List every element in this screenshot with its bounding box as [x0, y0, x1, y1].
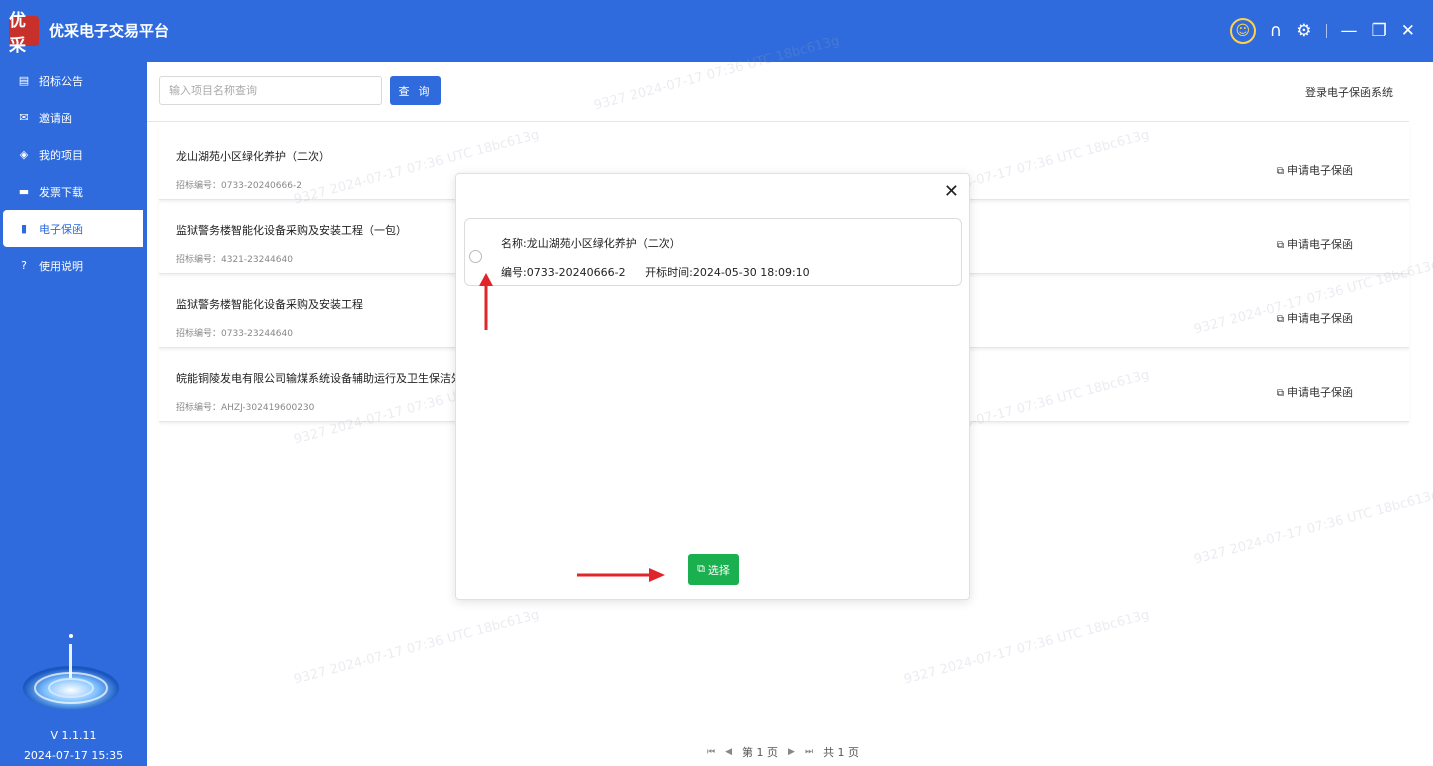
- app-version: V 1.1.11: [50, 729, 97, 742]
- user-avatar-icon[interactable]: ☺: [1229, 18, 1256, 44]
- sidebar-item[interactable]: ◈ 我的项目: [0, 136, 147, 173]
- project-title[interactable]: 监狱警务楼智能化设备采购及安装工程: [176, 296, 363, 312]
- water-drop-illustration: [20, 632, 122, 712]
- app-logo: 优采: [9, 11, 39, 56]
- sidebar-item-label: 我的项目: [39, 148, 83, 162]
- select-button[interactable]: ⧉ 选择: [688, 554, 739, 585]
- option-open-time: 开标时间:2024-05-30 18:09:10: [645, 266, 810, 279]
- sidebar-item-label: 发票下载: [39, 185, 83, 199]
- project-radio[interactable]: [469, 250, 482, 263]
- help-icon: ?: [21, 259, 27, 272]
- apply-guarantee-label: 申请电子保函: [1287, 386, 1353, 399]
- first-page-icon[interactable]: ⏮: [707, 747, 715, 757]
- option-meta: 编号:0733-20240666-2 开标时间:2024-05-30 18:09…: [501, 264, 810, 280]
- document-icon: ⧉: [1276, 240, 1284, 251]
- mail-icon: ✉: [19, 111, 29, 124]
- close-icon[interactable]: ✕: [1401, 17, 1415, 45]
- app-title: 优采电子交易平台: [49, 22, 170, 40]
- apply-guarantee-label: 申请电子保函: [1287, 164, 1353, 177]
- announcement-icon: ▤: [18, 74, 30, 87]
- pagination: ⏮ ◀ 第 1 页 ▶ ⏭ 共 1 页: [707, 744, 859, 760]
- apply-guarantee-button[interactable]: ⧉ 申请电子保函: [1277, 236, 1353, 252]
- next-page-icon[interactable]: ▶: [788, 747, 795, 757]
- minimize-icon[interactable]: —: [1341, 17, 1358, 45]
- sidebar-item[interactable]: ▤ 招标公告: [0, 62, 147, 99]
- apply-guarantee-button[interactable]: ⧉ 申请电子保函: [1277, 384, 1353, 400]
- sidebar-item[interactable]: ✉ 邀请函: [0, 99, 147, 136]
- sidebar-item[interactable]: ? 使用说明: [0, 247, 147, 284]
- title-bar: 优采 优采电子交易平台 ☺ ∩ ⚙ — ❐ ✕: [0, 0, 1433, 62]
- project-code: 招标编号：0733-20240666-2: [176, 181, 302, 191]
- build-datetime: 2024-07-17 15:35: [23, 749, 124, 762]
- option-code: 编号:0733-20240666-2: [501, 266, 626, 279]
- headset-icon[interactable]: ∩: [1270, 17, 1282, 45]
- login-guarantee-system-link[interactable]: 登录电子保函系统: [1305, 84, 1393, 100]
- close-icon[interactable]: ✕: [944, 182, 959, 202]
- document-icon: ⧉: [697, 563, 705, 575]
- project-option[interactable]: 名称:龙山湖苑小区绿化养护（二次） 编号:0733-20240666-2 开标时…: [464, 218, 962, 286]
- sidebar-item[interactable]: ▮ 电子保函: [3, 210, 143, 247]
- sidebar-nav: ▤ 招标公告 ✉ 邀请函 ◈ 我的项目 ▬ 发票下载 ▮ 电子保函? 使用说明: [0, 62, 147, 284]
- window-controls: ☺ ∩ ⚙ — ❐ ✕: [1229, 17, 1415, 45]
- search-input[interactable]: [159, 76, 382, 105]
- apply-guarantee-button[interactable]: ⧉ 申请电子保函: [1277, 162, 1353, 178]
- current-page: 第 1 页: [742, 746, 779, 759]
- project-title[interactable]: 皖能铜陵发电有限公司输煤系统设备辅助运行及卫生保洁外委: [176, 370, 473, 386]
- sidebar-item[interactable]: ▬ 发票下载: [0, 173, 147, 210]
- project-code: 招标编号：AHZJ-302419600230: [176, 403, 315, 413]
- search-button[interactable]: 查 询: [390, 76, 441, 105]
- guarantee-icon: ▮: [20, 222, 28, 235]
- gear-icon[interactable]: ⚙: [1296, 17, 1311, 45]
- sidebar-item-label: 邀请函: [39, 111, 72, 125]
- invoice-icon: ▬: [18, 185, 30, 198]
- document-icon: ⧉: [1276, 314, 1284, 325]
- project-title[interactable]: 监狱警务楼智能化设备采购及安装工程（一包）: [176, 222, 407, 238]
- document-icon: ⧉: [1276, 166, 1284, 177]
- prev-page-icon[interactable]: ◀: [725, 747, 732, 757]
- restore-icon[interactable]: ❐: [1372, 17, 1387, 45]
- project-code: 招标编号：4321-23244640: [176, 255, 293, 265]
- layers-icon: ◈: [19, 148, 29, 161]
- divider: [147, 121, 1409, 122]
- apply-guarantee-label: 申请电子保函: [1287, 238, 1353, 251]
- sidebar-item-label: 电子保函: [39, 222, 83, 236]
- apply-guarantee-label: 申请电子保函: [1287, 312, 1353, 325]
- apply-guarantee-button[interactable]: ⧉ 申请电子保函: [1277, 310, 1353, 326]
- total-pages: 共 1 页: [823, 746, 860, 759]
- document-icon: ⧉: [1276, 388, 1284, 399]
- option-name: 名称:龙山湖苑小区绿化养护（二次）: [501, 237, 681, 250]
- last-page-icon[interactable]: ⏭: [805, 747, 813, 757]
- project-title[interactable]: 龙山湖苑小区绿化养护（二次）: [176, 148, 330, 164]
- sidebar-item-label: 招标公告: [39, 74, 83, 88]
- sidebar-item-label: 使用说明: [39, 259, 83, 273]
- separator: [1325, 24, 1327, 38]
- select-button-label: 选择: [707, 564, 730, 577]
- sidebar: ▤ 招标公告 ✉ 邀请函 ◈ 我的项目 ▬ 发票下载 ▮ 电子保函? 使用说明 V 1.1.11 2…: [0, 62, 147, 766]
- select-project-dialog: ✕ 名称:龙山湖苑小区绿化养护（二次） 编号:0733-20240666-2 开…: [455, 173, 970, 600]
- project-code: 招标编号：0733-23244640: [176, 329, 293, 339]
